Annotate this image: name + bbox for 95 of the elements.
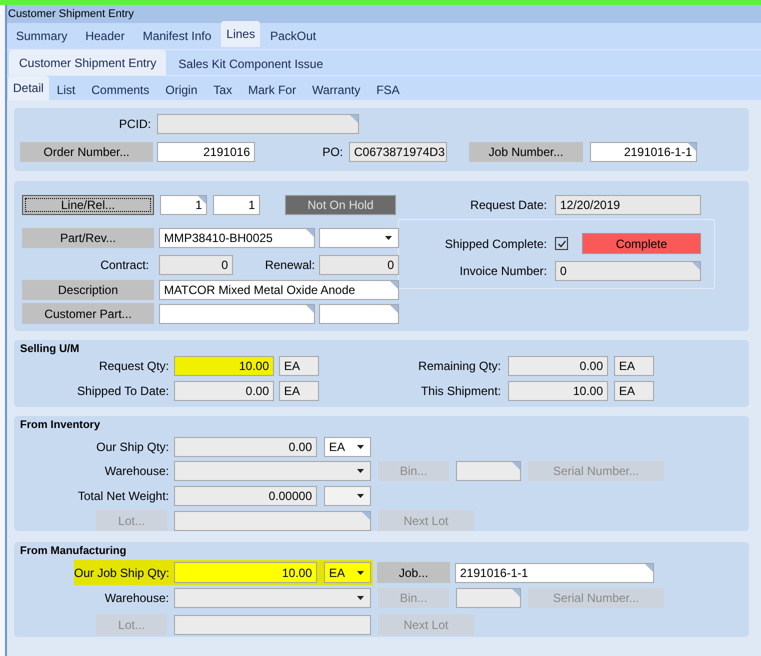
caret-icon <box>356 570 364 574</box>
input-field[interactable]: MMP38410-BH0025 <box>159 228 315 248</box>
caret-icon <box>356 494 364 498</box>
window-title: Customer Shipment Entry <box>7 5 761 23</box>
field-label: Renewal: <box>264 256 315 274</box>
input-field[interactable]: 10.00 <box>174 562 317 583</box>
status-indicator: Not On Hold <box>285 195 396 215</box>
dropdown-field[interactable] <box>324 486 371 506</box>
caret-icon <box>356 596 364 600</box>
dropdown-field[interactable] <box>174 461 371 481</box>
field-label: Invoice Number: <box>458 263 547 280</box>
field-label: Warehouse: <box>104 463 169 480</box>
section-title: From Manufacturing <box>20 544 126 558</box>
field-label: Request Qty: <box>98 358 169 374</box>
input-field[interactable]: 2191016-1-1 <box>590 142 697 162</box>
input-field[interactable]: 0.00000 <box>174 486 317 506</box>
corner-marker-icon <box>350 115 358 123</box>
input-field[interactable]: 10.00 <box>508 380 608 400</box>
field-label: Contract: <box>99 256 149 274</box>
detail-tab[interactable]: Warranty <box>304 76 368 100</box>
field-label: Remaining Qty: <box>417 358 501 374</box>
dropdown-field[interactable] <box>319 228 399 248</box>
input-field[interactable]: 0.00 <box>508 356 608 376</box>
tab[interactable]: Header <box>77 23 133 49</box>
input-field[interactable] <box>319 304 399 324</box>
field-label: Shipped Complete: <box>444 236 547 252</box>
field-label: Our Ship Qty: <box>95 438 169 456</box>
caret-icon <box>384 236 392 240</box>
section-title: Selling U/M <box>20 342 80 356</box>
detail-tab[interactable]: Origin <box>157 76 206 100</box>
section-title: From Inventory <box>20 418 100 432</box>
input-field[interactable]: 0 <box>319 254 399 274</box>
field-label: Shipped To Date: <box>76 382 169 400</box>
subtab[interactable]: Customer Shipment Entry <box>9 50 166 75</box>
detail-tab[interactable]: FSA <box>368 76 408 100</box>
input-field[interactable]: 1 <box>213 195 260 215</box>
input-field[interactable]: 0 <box>555 261 701 281</box>
dropdown-field[interactable]: EA <box>324 436 371 456</box>
description-button[interactable]: Description <box>22 280 154 300</box>
input-field[interactable] <box>456 588 521 608</box>
line-release-button[interactable]: Line/Rel... <box>22 195 154 215</box>
input-field[interactable] <box>456 461 521 481</box>
input-field[interactable]: 1 <box>160 195 207 215</box>
dropdown-field[interactable] <box>174 588 371 608</box>
detail-tab[interactable]: Comments <box>83 76 158 100</box>
corner-marker-icon <box>645 564 653 572</box>
field-label: Total Net Weight: <box>76 488 169 504</box>
input-field[interactable]: 0 <box>159 254 233 274</box>
input-field[interactable]: 0.00 <box>174 436 317 456</box>
input-field[interactable] <box>174 614 371 634</box>
input-field[interactable]: 2191016 <box>157 142 255 162</box>
input-field[interactable]: 0.00 <box>174 380 274 400</box>
input-field[interactable]: EA <box>614 380 654 400</box>
input-field[interactable]: EA <box>614 356 654 376</box>
field-label: This Shipment: <box>420 382 501 400</box>
field-label: Our Job Ship Qty: <box>74 564 169 582</box>
corner-marker-icon <box>390 281 398 289</box>
caret-icon <box>356 444 364 448</box>
input-field[interactable] <box>157 114 359 134</box>
status-indicator: Complete <box>582 233 701 254</box>
part-revision-button[interactable]: Part/Rev... <box>22 228 154 248</box>
tab[interactable]: Manifest Info <box>134 23 220 49</box>
field-label: PCID: <box>118 116 151 133</box>
corner-marker-icon <box>512 589 520 597</box>
input-field[interactable]: 10.00 <box>174 356 274 376</box>
detail-tab[interactable]: Mark For <box>240 76 304 100</box>
corner-marker-icon <box>692 262 700 270</box>
detail-tab[interactable]: Tax <box>205 76 240 100</box>
customer-part-button[interactable]: Customer Part... <box>22 303 154 324</box>
input-field[interactable]: EA <box>279 380 319 400</box>
job-number-button[interactable]: Job Number... <box>469 142 583 162</box>
corner-marker-icon <box>512 462 520 470</box>
field-label: Request Date: <box>469 197 547 214</box>
subtab[interactable]: Sales Kit Component Issue <box>166 50 336 75</box>
input-field[interactable]: EA <box>279 356 319 376</box>
input-field[interactable] <box>174 510 371 530</box>
input-field[interactable]: 2191016-1-1 <box>455 562 654 582</box>
tab[interactable]: PackOut <box>262 23 324 49</box>
input-field[interactable]: 12/20/2019 <box>555 195 701 215</box>
field-label: Warehouse: <box>104 590 169 607</box>
detail-tab[interactable]: Detail <box>8 76 49 100</box>
corner-marker-icon <box>362 512 370 520</box>
input-field[interactable]: MATCOR Mixed Metal Oxide Anode <box>159 280 399 300</box>
job-button[interactable]: Job... <box>377 562 450 583</box>
dropdown-field[interactable]: EA <box>324 562 371 583</box>
corner-marker-icon <box>390 304 398 312</box>
checkbox[interactable] <box>555 237 568 250</box>
caret-icon <box>356 469 364 473</box>
input-field[interactable] <box>159 304 315 324</box>
tab[interactable]: Summary <box>8 23 76 49</box>
order-number-button[interactable]: Order Number... <box>20 142 153 162</box>
detail-tab[interactable]: List <box>48 76 84 100</box>
input-field[interactable]: C0673871974D3 <box>349 142 447 162</box>
field-label: PO: <box>321 144 343 161</box>
tab[interactable]: Lines <box>221 21 260 47</box>
